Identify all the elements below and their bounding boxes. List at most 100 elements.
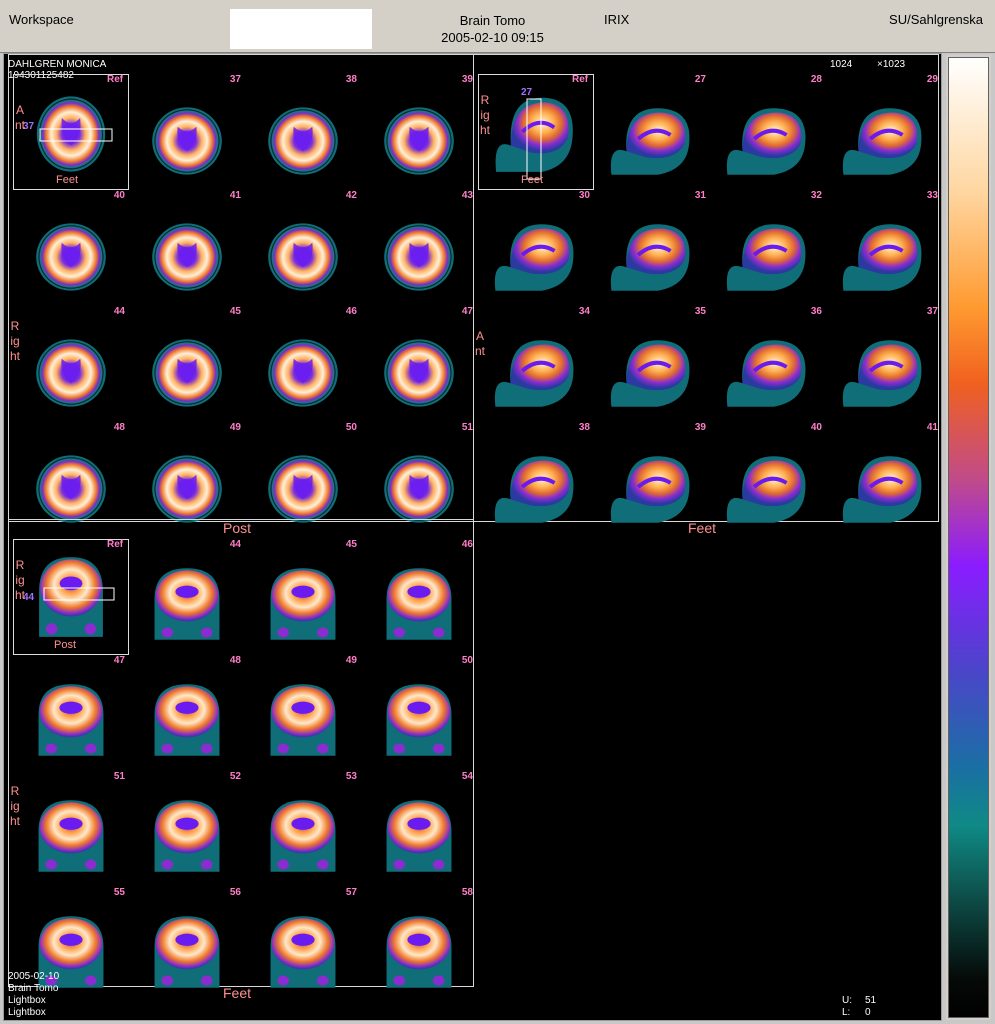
transverse-reference-view[interactable]: 37 Ant Feet [13, 74, 129, 190]
coronal-slice[interactable]: 52 [129, 771, 245, 887]
transverse-slice-image [384, 339, 454, 407]
sagittal-slice-number: 32 [810, 190, 822, 201]
temporal-right [200, 627, 213, 638]
transverse-slice[interactable]: 46 [245, 306, 361, 422]
coronal-slice-image [154, 684, 220, 756]
sagittal-slice-image [726, 456, 806, 523]
coronal-slice-image [270, 684, 336, 756]
workspace-menu[interactable]: Workspace [9, 12, 74, 27]
ventricle [407, 585, 431, 598]
temporal-right [316, 975, 329, 986]
transverse-slice[interactable]: 41 [129, 190, 245, 306]
temporal-right [432, 975, 445, 986]
coronal-slice-number: 50 [461, 655, 473, 666]
sagittal-slice[interactable]: 36 [710, 306, 826, 422]
color-scale-bar[interactable] [948, 57, 989, 1018]
coronal-slice[interactable]: 54 [361, 771, 477, 887]
transverse-slice[interactable]: 40 [13, 190, 129, 306]
coronal-slice-number: 58 [461, 887, 473, 898]
transverse-slice-number: 49 [229, 422, 241, 433]
transverse-slice[interactable]: 44 [13, 306, 129, 422]
ventricle [175, 585, 199, 598]
transverse-slice-number: 43 [461, 190, 473, 201]
sagittal-slice-number: 33 [926, 190, 938, 201]
transverse-slice-number: 40 [113, 190, 125, 201]
lightbox-viewer[interactable]: DAHLGREN MONICA 194301125482 1024 ×1023 [3, 53, 942, 1021]
sagittal-slice-number: 39 [694, 422, 706, 433]
sagittal-ref-label: Ref [572, 74, 589, 85]
coronal-slice[interactable]: 45 [245, 539, 361, 655]
transverse-slice-number: 48 [113, 422, 125, 433]
coronal-slice[interactable]: 58 [361, 887, 477, 1003]
temporal-left [277, 743, 290, 754]
sagittal-slice[interactable]: 29 [826, 74, 941, 190]
coronal-slice-number: 51 [113, 771, 125, 782]
sagittal-slice[interactable]: 40 [710, 422, 826, 538]
sagittal-slice[interactable]: 30 [478, 190, 594, 306]
sagittal-slice[interactable]: 35 [594, 306, 710, 422]
sagittal-slice-number: 37 [926, 306, 938, 317]
sagittal-slice-image [842, 456, 922, 523]
ventricle [407, 701, 431, 714]
coronal-slice[interactable]: 44 [129, 539, 245, 655]
transverse-slice-number: 46 [345, 306, 357, 317]
coronal-slice[interactable]: 49 [245, 655, 361, 771]
sagittal-slice-image [726, 108, 806, 175]
ventricle [59, 933, 83, 946]
sagittal-slice[interactable]: 31 [594, 190, 710, 306]
transverse-slice-image [152, 339, 222, 407]
lower-level-label: L: [842, 1007, 851, 1018]
footer-mode-2: Lightbox [8, 1007, 46, 1018]
transverse-slice-number: 47 [461, 306, 473, 317]
coronal-slice[interactable]: 46 [361, 539, 477, 655]
sagittal-slice[interactable]: 37 [826, 306, 941, 422]
sagittal-slice[interactable]: 34 [478, 306, 594, 422]
temporal-right [432, 627, 445, 638]
coronal-slice-number: 47 [113, 655, 125, 666]
transverse-slice-number: 42 [345, 190, 357, 201]
sagittal-slice-number: 35 [694, 306, 706, 317]
color-scale[interactable] [946, 55, 991, 1020]
transverse-slice[interactable]: 37 [129, 74, 245, 190]
sagittal-slice-image [842, 340, 922, 407]
transverse-ref-image [36, 96, 113, 172]
ventricle [407, 933, 431, 946]
coronal-reference-view[interactable]: 44 Right Post [13, 539, 129, 655]
coronal-slice[interactable]: 53 [245, 771, 361, 887]
sagittal-reference-view[interactable]: 27 Right Feet [478, 74, 594, 190]
blank-field [230, 9, 372, 49]
sagittal-slice[interactable]: 38 [478, 422, 594, 538]
sagittal-slice-number: 28 [810, 74, 822, 85]
temporal-right [432, 743, 445, 754]
sagittal-slice-number: 29 [926, 74, 938, 85]
transverse-slice[interactable]: 45 [129, 306, 245, 422]
coronal-slice[interactable]: 47 [13, 655, 129, 771]
upper-level-label: U: [842, 995, 852, 1006]
sagittal-slice[interactable]: 33 [826, 190, 941, 306]
coronal-slice[interactable]: 51 [13, 771, 129, 887]
transverse-slice-image [268, 223, 338, 291]
coronal-slice[interactable]: 48 [129, 655, 245, 771]
sagittal-ref-orient-bottom: Feet [521, 174, 544, 186]
transverse-slice[interactable]: 38 [245, 74, 361, 190]
sagittal-slice[interactable]: 41 [826, 422, 941, 538]
coronal-slice[interactable]: 50 [361, 655, 477, 771]
sagittal-slice-image [494, 224, 574, 291]
transverse-slice-image [152, 107, 222, 175]
coronal-slice[interactable]: 57 [245, 887, 361, 1003]
transverse-slice-image [384, 223, 454, 291]
transverse-slice[interactable]: 43 [361, 190, 477, 306]
transverse-slice[interactable]: 42 [245, 190, 361, 306]
site-name: SU/Sahlgrenska [889, 12, 983, 27]
sagittal-slice[interactable]: 32 [710, 190, 826, 306]
temporal-left [277, 975, 290, 986]
sagittal-slice[interactable]: 28 [710, 74, 826, 190]
transverse-slice[interactable]: 39 [361, 74, 477, 190]
sagittal-slice-image [494, 456, 574, 523]
coronal-slice-image [154, 800, 220, 872]
coronal-slice-image [386, 800, 452, 872]
ventricle [291, 701, 315, 714]
sagittal-slice[interactable]: 27 [594, 74, 710, 190]
sagittal-ref-slice-number: 27 [521, 87, 533, 98]
transverse-slice[interactable]: 47 [361, 306, 477, 422]
